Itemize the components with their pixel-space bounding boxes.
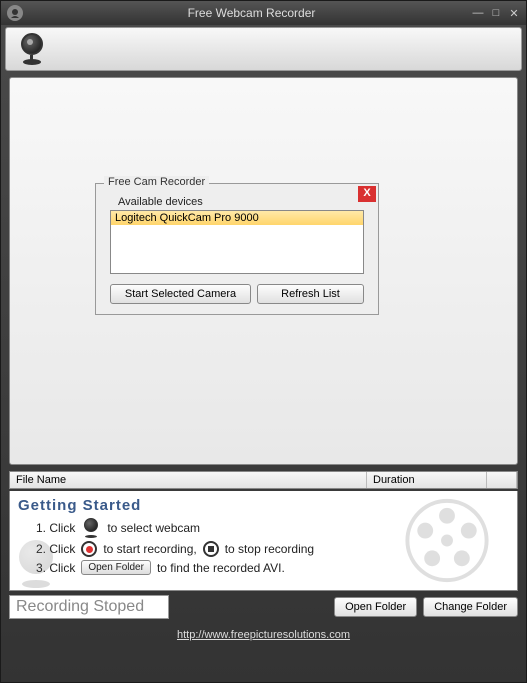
status-text: Recording Stoped bbox=[9, 595, 169, 619]
website-link[interactable]: http://www.freepicturesolutions.com bbox=[177, 629, 350, 641]
step-text: to start recording, bbox=[103, 542, 196, 556]
toolbar bbox=[5, 27, 522, 71]
step-text: to find the recorded AVI. bbox=[157, 561, 285, 575]
record-icon bbox=[81, 541, 97, 557]
stop-icon bbox=[203, 541, 219, 557]
start-camera-button[interactable]: Start Selected Camera bbox=[110, 284, 251, 304]
webcam-icon bbox=[81, 518, 101, 538]
app-icon bbox=[7, 5, 23, 21]
open-folder-sample: Open Folder bbox=[81, 560, 151, 575]
film-reel-icon bbox=[377, 491, 517, 590]
close-button[interactable]: ✕ bbox=[508, 7, 520, 19]
preview-panel: Free Cam Recorder X Available devices Lo… bbox=[9, 77, 518, 465]
available-devices-label: Available devices bbox=[118, 196, 370, 208]
device-list[interactable]: Logitech QuickCam Pro 9000 bbox=[110, 210, 364, 274]
open-folder-button[interactable]: Open Folder bbox=[334, 597, 417, 617]
column-file-name[interactable]: File Name bbox=[10, 472, 367, 488]
column-duration[interactable]: Duration bbox=[367, 472, 487, 488]
bottom-bar: Recording Stoped Open Folder Change Fold… bbox=[9, 595, 518, 619]
list-item[interactable]: Logitech QuickCam Pro 9000 bbox=[111, 211, 363, 225]
maximize-button[interactable]: □ bbox=[490, 7, 502, 19]
webcam-icon[interactable] bbox=[16, 33, 48, 65]
device-dialog: Free Cam Recorder X Available devices Lo… bbox=[95, 183, 379, 315]
app-window: Free Webcam Recorder — □ ✕ Free Cam Reco… bbox=[0, 0, 527, 683]
close-icon[interactable]: X bbox=[358, 186, 376, 202]
step-text: to select webcam bbox=[107, 521, 200, 535]
footer: http://www.freepicturesolutions.com bbox=[1, 623, 526, 647]
minimize-button[interactable]: — bbox=[472, 7, 484, 19]
step-text: 1. Click bbox=[36, 521, 75, 535]
column-spacer bbox=[487, 472, 517, 488]
window-title: Free Webcam Recorder bbox=[31, 6, 472, 20]
titlebar: Free Webcam Recorder — □ ✕ bbox=[1, 1, 526, 25]
file-table-header: File Name Duration bbox=[9, 471, 518, 489]
refresh-list-button[interactable]: Refresh List bbox=[257, 284, 364, 304]
change-folder-button[interactable]: Change Folder bbox=[423, 597, 518, 617]
webcam-icon bbox=[12, 540, 60, 588]
dialog-legend: Free Cam Recorder bbox=[104, 176, 209, 188]
step-text: to stop recording bbox=[225, 542, 314, 556]
help-panel: Getting Started 1. Click to select webca… bbox=[9, 491, 518, 591]
